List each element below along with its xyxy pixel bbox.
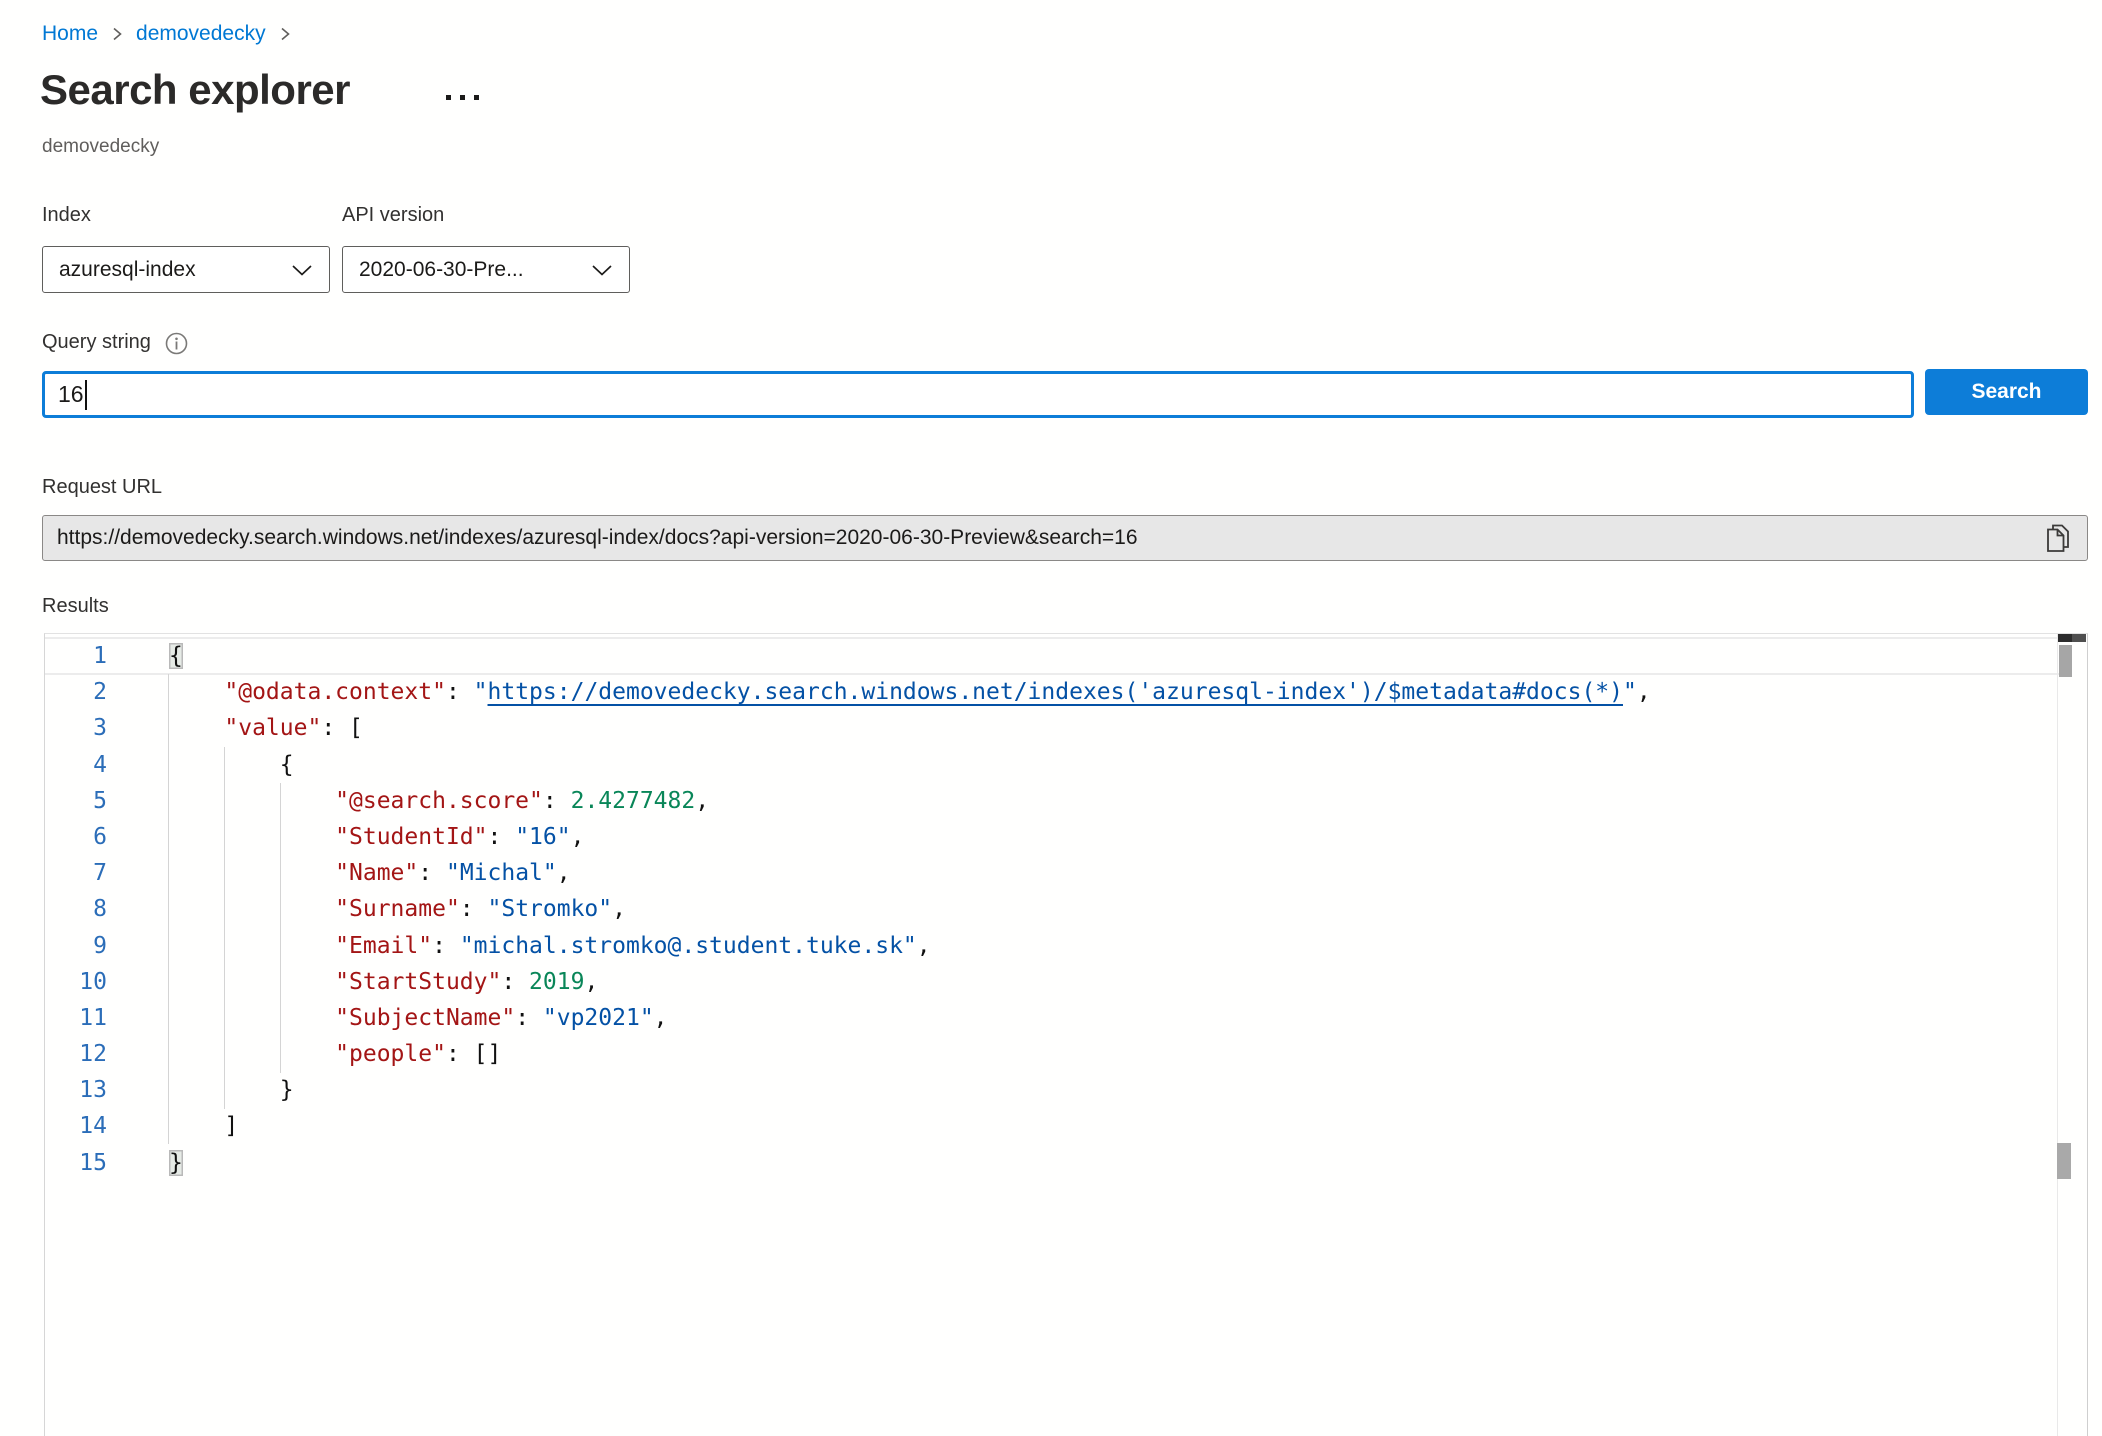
code-line: }: [169, 1072, 2057, 1108]
code-line: "StudentId": "16",: [169, 819, 2057, 855]
code-line: }: [169, 1145, 2057, 1181]
editor-scrollbar[interactable]: [2057, 634, 2087, 1436]
code-line: "SubjectName": "vp2021",: [169, 1000, 2057, 1036]
index-dropdown-value: azuresql-index: [59, 258, 291, 282]
line-number: 4: [45, 747, 107, 783]
line-number: 10: [45, 964, 107, 1000]
line-number-gutter: 123456789101112131415: [45, 638, 107, 1181]
breadcrumb-home[interactable]: Home: [42, 22, 98, 46]
api-version-dropdown-value: 2020-06-30-Pre...: [359, 258, 591, 282]
breadcrumb-demovedecky[interactable]: demovedecky: [136, 22, 266, 46]
line-number: 13: [45, 1072, 107, 1108]
overview-ruler-marker: [2057, 1143, 2071, 1179]
query-string-label: Query string: [42, 331, 151, 354]
index-label: Index: [42, 204, 91, 227]
chevron-right-icon: [278, 26, 292, 42]
line-number: 1: [45, 638, 107, 674]
code-line: "value": [: [169, 710, 2057, 746]
results-json-editor[interactable]: 123456789101112131415 { "@odata.context"…: [44, 633, 2088, 1436]
query-string-value: 16: [58, 381, 84, 408]
info-icon[interactable]: [165, 332, 188, 355]
code-line: "people": []: [169, 1036, 2057, 1072]
search-explorer-page: Home demovedecky Search explorer demoved…: [0, 0, 2102, 1436]
overview-ruler-marker: [2058, 634, 2086, 642]
search-button[interactable]: Search: [1925, 369, 2088, 415]
request-url-label: Request URL: [42, 476, 162, 499]
line-number: 12: [45, 1036, 107, 1072]
request-url-value: https://demovedecky.search.windows.net/i…: [57, 526, 2043, 550]
copy-icon[interactable]: [2043, 521, 2073, 555]
more-options-icon[interactable]: [440, 89, 485, 106]
line-number: 5: [45, 783, 107, 819]
code-line: "StartStudy": 2019,: [169, 964, 2057, 1000]
line-number: 15: [45, 1145, 107, 1181]
chevron-right-icon: [110, 26, 124, 42]
api-version-label: API version: [342, 204, 444, 227]
code-line: {: [169, 747, 2057, 783]
code-line: "@search.score": 2.4277482,: [169, 783, 2057, 819]
line-number: 3: [45, 710, 107, 746]
code-line: "Name": "Michal",: [169, 855, 2057, 891]
scrollbar-thumb[interactable]: [2059, 645, 2072, 677]
api-version-dropdown[interactable]: 2020-06-30-Pre...: [342, 246, 630, 293]
json-code-content[interactable]: { "@odata.context": "https://demovedecky…: [169, 638, 2057, 1181]
query-string-input[interactable]: 16: [42, 371, 1914, 418]
code-line: "@odata.context": "https://demovedecky.s…: [169, 674, 2057, 710]
line-number: 14: [45, 1108, 107, 1144]
line-number: 11: [45, 1000, 107, 1036]
code-line: "Email": "michal.stromko@.student.tuke.s…: [169, 928, 2057, 964]
line-number: 8: [45, 891, 107, 927]
page-subtitle: demovedecky: [42, 136, 159, 158]
page-title: Search explorer: [40, 66, 350, 114]
request-url-bar[interactable]: https://demovedecky.search.windows.net/i…: [42, 515, 2088, 561]
chevron-down-icon: [591, 263, 613, 277]
results-label: Results: [42, 595, 109, 618]
line-number: 6: [45, 819, 107, 855]
breadcrumb: Home demovedecky: [42, 22, 292, 46]
line-number: 2: [45, 674, 107, 710]
chevron-down-icon: [291, 263, 313, 277]
index-dropdown[interactable]: azuresql-index: [42, 246, 330, 293]
code-line: "Surname": "Stromko",: [169, 891, 2057, 927]
code-line: ]: [169, 1108, 2057, 1144]
text-caret: [85, 380, 87, 410]
line-number: 9: [45, 928, 107, 964]
code-line: {: [169, 638, 2057, 674]
line-number: 7: [45, 855, 107, 891]
